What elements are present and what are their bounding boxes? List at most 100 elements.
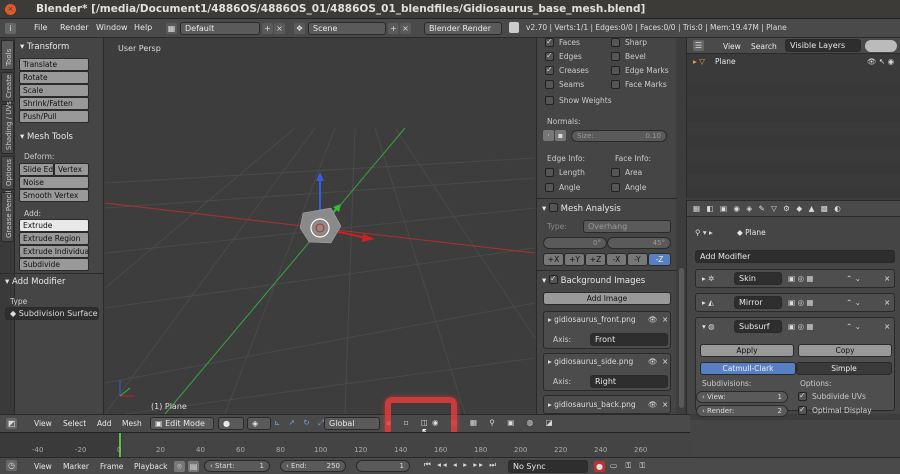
render-levels-field[interactable]: ‹ Render: 2 [696,405,788,417]
eye-icon[interactable]: 👁 [648,315,658,324]
pin-icon[interactable]: ⚲ ▾ ▸ [695,228,713,237]
playback-controls-icons[interactable]: ⏮ ◂◂ ◂ ▸ ▸▸ ⏭ [424,460,498,470]
creases-checkbox[interactable] [545,65,554,75]
eye-icon[interactable]: 👁 [648,357,658,366]
apply-button[interactable]: Apply [700,344,794,357]
remove-scene-icon[interactable]: × [400,23,411,34]
visibility-icon[interactable]: 👁 ↖ ◉ [867,57,894,66]
front-axis-select[interactable]: Front [590,333,668,346]
remove-modifier-icon[interactable]: × [884,322,890,331]
axis-nz-button[interactable]: -Z [648,253,671,266]
view-levels-field[interactable]: ‹ View: 1 [696,391,788,403]
show-weights-checkbox[interactable] [545,96,554,105]
expand-icon[interactable]: ▸ ◭ [702,298,714,307]
timeline-menu-frame[interactable]: Frame [100,462,123,471]
3d-viewport[interactable]: User Persp (1) Plane [105,38,535,414]
menu-add[interactable]: Add [97,419,112,428]
axis-pz-button[interactable]: +Z [585,253,606,266]
axis-py-button[interactable]: +Y [564,253,585,266]
modifier-name-field[interactable]: Skin [734,272,782,285]
extrude-button[interactable]: Extrude [19,219,89,232]
orientation-select[interactable]: Global [324,417,380,430]
tab-shading-uvs[interactable]: Shading / UVs [1,101,14,154]
axis-px-button[interactable]: +X [543,253,564,266]
menu-window[interactable]: Window [96,23,128,32]
scrollbar-thumb[interactable] [679,268,684,408]
outliner-search-menu[interactable]: Search [751,42,777,51]
rotate-button[interactable]: Rotate [19,71,89,84]
outliner-editor-icon[interactable]: ☰ [693,40,704,51]
front-image-name[interactable]: ▸ gidiosaurus_front.png [548,315,636,324]
slide-vertex-button[interactable]: Vertex [54,163,89,176]
timeline-menu-marker[interactable]: Marker [63,462,89,471]
layout-select[interactable]: Default [180,22,260,35]
mode-select[interactable]: ▣ Edit Mode [150,417,214,430]
screen-layout-icon[interactable]: ▦ [166,23,177,34]
move-up-down-icons[interactable]: ⌃ ⌄ [846,298,861,307]
edges-checkbox[interactable] [545,51,554,61]
outliner-search-input[interactable] [865,40,897,52]
render-engine-select[interactable]: Blender Render [424,22,502,35]
remove-layout-icon[interactable]: × [274,23,285,34]
end-frame-field[interactable]: ‹ End: 250 [280,460,346,472]
vertex-normals-icon[interactable]: · [543,130,554,141]
start-frame-field[interactable]: ‹ Start: 1 [204,460,270,472]
subdivide-button[interactable]: Subdivide [19,258,89,271]
current-frame-field[interactable]: 1 [356,460,410,472]
properties-context-icons[interactable]: ▦ ◧ ▣ ◉ ◈ ✎ ▽ ⚙ ◆ ▲ ▩ ◐ [693,204,843,213]
sync-mode-select[interactable]: No Sync [508,460,588,473]
catmull-clark-button[interactable]: Catmull-Clark [700,362,796,375]
remove-modifier-icon[interactable]: × [884,298,890,307]
edge-angle-checkbox[interactable] [545,183,554,192]
face-angle-checkbox[interactable] [611,183,620,192]
close-window-icon[interactable]: × [5,4,16,15]
tab-create[interactable]: Create [1,72,14,102]
simple-button[interactable]: Simple [796,362,892,375]
tab-options[interactable]: Options [1,156,14,190]
menu-file[interactable]: File [34,23,47,32]
add-image-button[interactable]: Add Image [543,292,671,305]
eye-icon[interactable]: 👁 [648,400,658,409]
faces-checkbox[interactable] [545,37,554,47]
length-checkbox[interactable] [545,168,554,177]
modifier-display-icons[interactable]: ▣ ◎ ▦ [788,322,814,331]
face-normals-icon[interactable]: ▪ [555,130,566,141]
preview-range-icon[interactable]: ▤ [188,461,199,472]
tab-grease-pencil[interactable]: Grease Pencil [1,191,14,242]
shading-select[interactable]: ● [218,417,244,430]
smooth-vertex-button[interactable]: Smooth Vertex [19,189,89,202]
menu-select[interactable]: Select [63,419,86,428]
remove-icon[interactable]: × [662,315,668,324]
tab-tools[interactable]: Tools [1,40,14,70]
timeline-menu-playback[interactable]: Playback [134,462,167,471]
timeline-menu-view[interactable]: View [34,462,52,471]
plane-object-icon[interactable]: ▸ ▽ [693,57,705,66]
noise-button[interactable]: Noise [19,176,89,189]
extrude-individual-button[interactable]: Extrude Individual [19,245,89,258]
outliner-item-plane[interactable]: Plane [715,57,736,66]
move-up-down-icons[interactable]: ⌃ ⌄ [846,274,861,283]
modifier-display-icons[interactable]: ▣ ◎ ▦ [788,274,814,283]
remove-icon[interactable]: × [662,400,668,409]
area-checkbox[interactable] [611,168,620,177]
timeline[interactable] [0,432,690,458]
menu-mesh[interactable]: Mesh [122,419,142,428]
back-image-name[interactable]: ▸ gidiosaurus_back.png [548,400,636,409]
transform-panel-header[interactable]: ▾ Transform [20,42,69,52]
modifier-type-select[interactable]: ◆ Subdivision Surface [5,307,99,320]
extrude-region-button[interactable]: Extrude Region [19,232,89,245]
push-pull-button[interactable]: Push/Pull [19,110,89,123]
menu-help[interactable]: Help [134,23,152,32]
expand-icon[interactable]: ▸ ✲ [702,274,714,283]
edge-marks-checkbox[interactable] [611,66,620,75]
record-icon[interactable]: ● [594,461,605,472]
add-modifier-select[interactable]: Add Modifier [695,250,895,263]
normal-size-field[interactable]: Size: 0.10 [571,130,667,142]
add-scene-icon[interactable]: + [388,23,399,34]
move-up-down-icons[interactable]: ⌃ ⌄ [846,322,861,331]
modifier-name-field[interactable]: Subsurf [734,320,782,333]
axis-ny-button[interactable]: -Y [627,253,648,266]
remove-modifier-icon[interactable]: × [884,274,890,283]
panel-scrollbar[interactable] [677,38,686,414]
editor-type-icon[interactable]: ◩ [6,418,17,429]
